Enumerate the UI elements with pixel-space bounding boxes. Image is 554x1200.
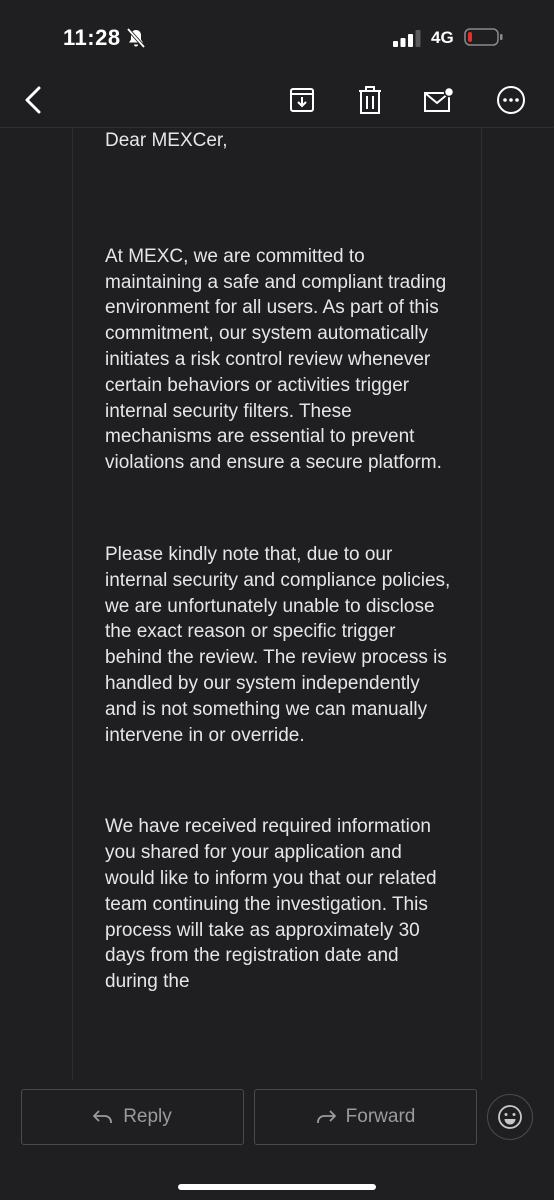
reply-button[interactable]: Reply	[21, 1089, 244, 1145]
more-options-button[interactable]	[491, 80, 531, 120]
battery-icon	[464, 28, 503, 46]
mark-unread-icon	[424, 86, 455, 112]
smiley-icon	[498, 1105, 522, 1129]
chevron-left-icon	[25, 86, 41, 114]
network-type: 4G	[431, 28, 454, 47]
status-time: 11:28	[63, 25, 121, 50]
emoji-reaction-button[interactable]	[487, 1094, 533, 1140]
bottom-action-bar: Reply Forward	[0, 1080, 554, 1200]
archive-button[interactable]	[282, 80, 322, 120]
back-button[interactable]	[14, 80, 54, 120]
email-body[interactable]: Dear MEXCer, At MEXC, we are committed t…	[72, 128, 482, 1080]
forward-arrow-icon	[316, 1110, 336, 1123]
bell-muted-icon	[126, 27, 146, 49]
email-paragraph: At MEXC, we are committed to maintaining…	[105, 245, 447, 474]
reply-arrow-icon	[93, 1110, 113, 1123]
mark-unread-button[interactable]	[419, 80, 459, 120]
email-greeting: Dear MEXCer,	[105, 130, 228, 151]
email-paragraph: Please kindly note that, due to our inte…	[105, 543, 451, 746]
forward-button[interactable]: Forward	[254, 1089, 477, 1145]
trash-icon	[359, 86, 381, 114]
status-bar: 11:28 4G	[0, 0, 554, 75]
archive-icon	[290, 88, 314, 112]
home-indicator[interactable]	[178, 1184, 376, 1190]
email-toolbar	[0, 70, 554, 128]
delete-button[interactable]	[350, 80, 390, 120]
reply-label: Reply	[123, 1106, 172, 1127]
email-paragraph: We have received required information yo…	[105, 816, 437, 993]
email-content: Dear MEXCer, At MEXC, we are committed t…	[105, 128, 455, 1061]
more-icon	[497, 86, 525, 114]
signal-icon	[393, 30, 421, 47]
forward-label: Forward	[345, 1106, 416, 1127]
